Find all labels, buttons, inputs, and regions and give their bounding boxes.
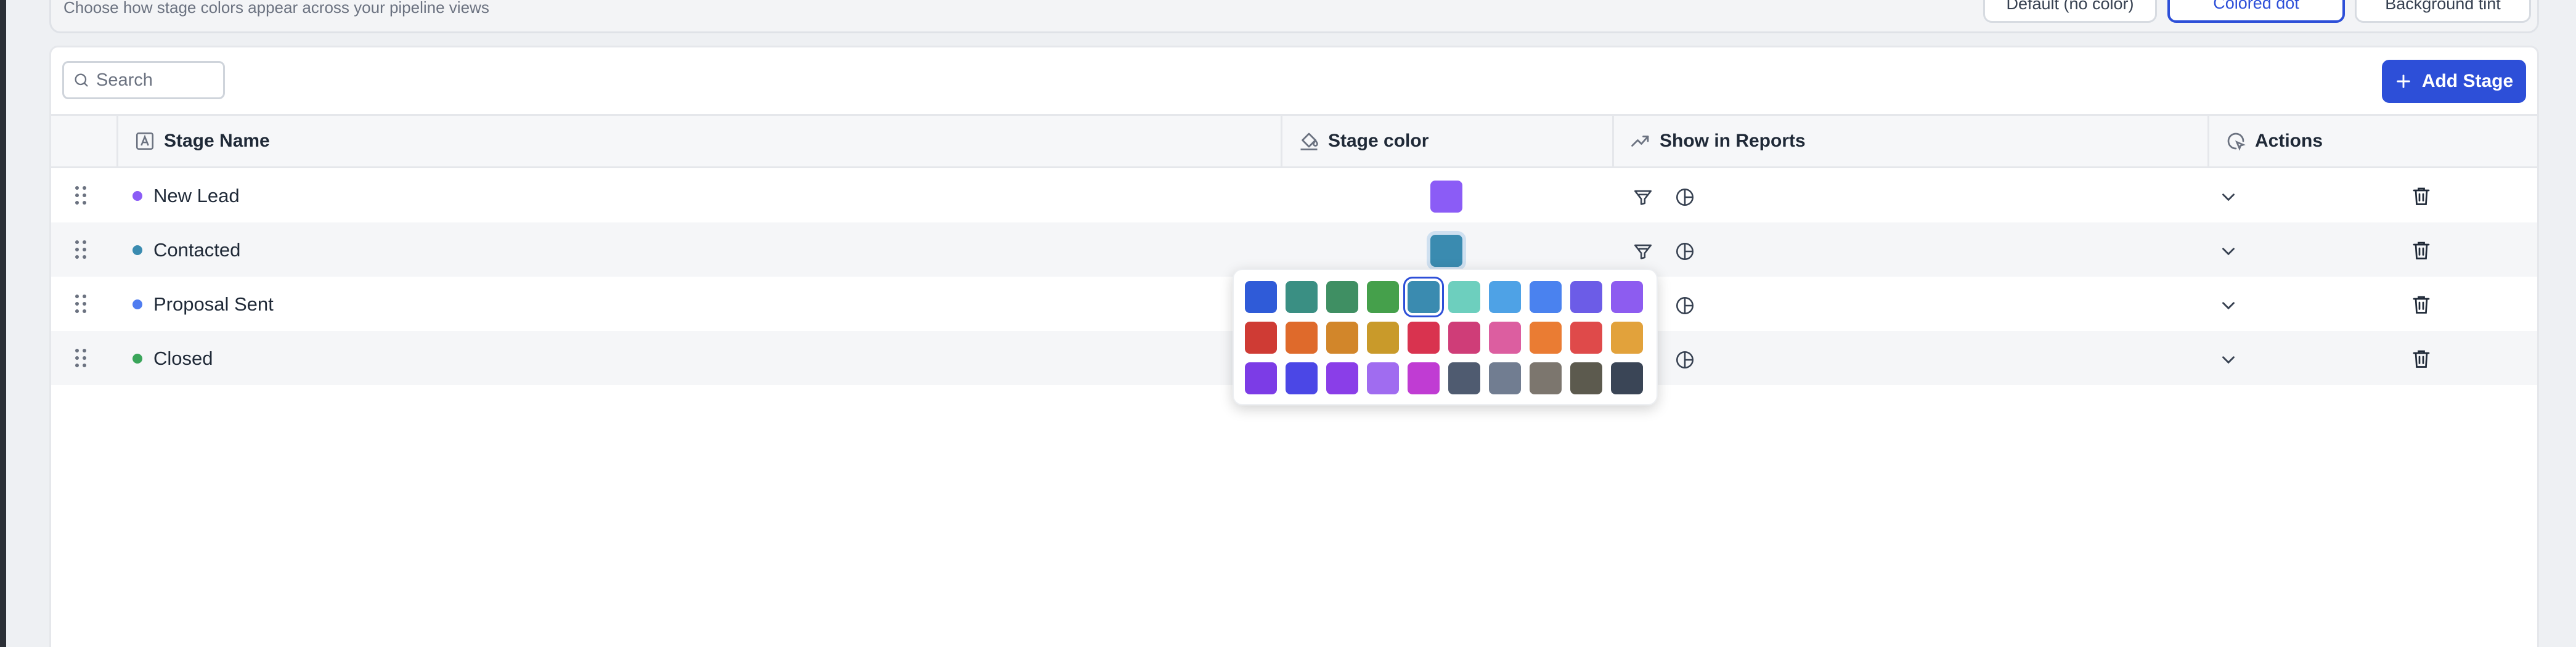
mode-colored-dot-button[interactable]: Colored dot — [2167, 0, 2345, 23]
palette-color-swatch[interactable] — [1530, 362, 1562, 394]
text-type-icon — [133, 129, 157, 153]
column-label: Actions — [2255, 131, 2323, 151]
palette-color-swatch[interactable] — [1245, 281, 1277, 313]
palette-color-swatch[interactable] — [1611, 362, 1643, 394]
funnel-icon[interactable] — [1632, 241, 1653, 262]
drag-handle-icon[interactable] — [73, 347, 88, 369]
stage-color-swatch[interactable] — [1430, 235, 1462, 267]
paint-bucket-icon — [1297, 129, 1321, 153]
pie-chart-icon[interactable] — [1674, 349, 1695, 370]
stage-name: Proposal Sent — [153, 293, 274, 315]
palette-color-swatch[interactable] — [1286, 362, 1318, 394]
palette-color-swatch[interactable] — [1367, 362, 1399, 394]
chevron-down-icon[interactable] — [2218, 295, 2239, 316]
column-header-stage-color[interactable]: Stage color — [1281, 116, 1613, 166]
palette-color-swatch[interactable] — [1286, 281, 1318, 313]
mode-default-button[interactable]: Default (no color) — [1983, 0, 2157, 23]
chevron-down-icon[interactable] — [2218, 187, 2239, 208]
search-box[interactable] — [62, 61, 225, 99]
palette-color-swatch[interactable] — [1448, 322, 1480, 354]
palette-color-swatch[interactable] — [1245, 362, 1277, 394]
palette-color-swatch[interactable] — [1570, 281, 1602, 313]
stage-color-dot — [132, 354, 142, 364]
column-label: Show in Reports — [1660, 131, 1806, 151]
table-row[interactable]: New Lead — [51, 168, 2537, 222]
stage-color-dot — [132, 245, 142, 255]
palette-color-swatch[interactable] — [1245, 322, 1277, 354]
funnel-icon[interactable] — [1632, 187, 1653, 208]
trash-icon[interactable] — [2410, 238, 2432, 262]
palette-color-swatch[interactable] — [1489, 322, 1521, 354]
palette-color-swatch[interactable] — [1367, 281, 1399, 313]
trash-icon[interactable] — [2410, 293, 2432, 316]
trending-up-icon — [1629, 129, 1652, 153]
search-icon — [75, 73, 88, 87]
stage-name: New Lead — [153, 185, 240, 206]
palette-color-swatch[interactable] — [1530, 322, 1562, 354]
color-palette-grid — [1245, 281, 1643, 394]
palette-color-swatch[interactable] — [1489, 281, 1521, 313]
palette-color-swatch[interactable] — [1326, 322, 1358, 354]
cursor-click-icon — [2224, 129, 2248, 153]
trash-icon[interactable] — [2410, 347, 2432, 370]
palette-color-swatch[interactable] — [1326, 362, 1358, 394]
column-label: Stage color — [1328, 131, 1429, 151]
palette-color-swatch[interactable] — [1570, 322, 1602, 354]
palette-color-swatch[interactable] — [1448, 281, 1480, 313]
palette-color-swatch[interactable] — [1367, 322, 1399, 354]
chevron-down-icon[interactable] — [2218, 241, 2239, 262]
drag-handle-icon[interactable] — [73, 238, 88, 261]
drag-handle-icon[interactable] — [73, 184, 88, 206]
column-header-show-in-reports[interactable]: Show in Reports — [1612, 116, 2209, 166]
stage-color-display-settings: Choose how stage colors appear across yo… — [49, 0, 2539, 33]
palette-color-swatch[interactable] — [1326, 281, 1358, 313]
palette-color-swatch[interactable] — [1286, 322, 1318, 354]
palette-color-swatch[interactable] — [1489, 362, 1521, 394]
pie-chart-icon[interactable] — [1674, 295, 1695, 316]
chevron-down-icon[interactable] — [2218, 349, 2239, 370]
column-header-actions[interactable]: Actions — [2207, 116, 2537, 166]
palette-color-swatch[interactable] — [1408, 281, 1440, 313]
pie-chart-icon[interactable] — [1674, 241, 1695, 262]
palette-color-swatch[interactable] — [1611, 281, 1643, 313]
search-input[interactable] — [96, 70, 219, 91]
stage-name: Contacted — [153, 239, 241, 261]
drag-handle-icon[interactable] — [73, 293, 88, 315]
add-stage-label: Add Stage — [2421, 71, 2514, 91]
settings-subtitle: Choose how stage colors appear across yo… — [63, 0, 489, 17]
palette-color-swatch[interactable] — [1448, 362, 1480, 394]
plus-icon — [2397, 75, 2410, 88]
palette-color-swatch[interactable] — [1611, 322, 1643, 354]
column-header-stage-name[interactable]: Stage Name — [116, 116, 1331, 166]
mode-background-tint-button[interactable]: Background tint — [2355, 0, 2531, 23]
pie-chart-icon[interactable] — [1674, 187, 1695, 208]
palette-color-swatch[interactable] — [1530, 281, 1562, 313]
stage-color-swatch[interactable] — [1430, 181, 1462, 213]
palette-color-swatch[interactable] — [1408, 362, 1440, 394]
stage-color-dot — [132, 191, 142, 201]
palette-color-swatch[interactable] — [1408, 322, 1440, 354]
window-left-edge — [0, 0, 6, 647]
color-palette-popover — [1233, 269, 1658, 405]
stage-color-dot — [132, 299, 142, 309]
trash-icon[interactable] — [2410, 184, 2432, 208]
add-stage-button[interactable]: Add Stage — [2382, 60, 2526, 103]
stage-name: Closed — [153, 348, 213, 369]
column-label: Stage Name — [164, 131, 270, 151]
table-header: Stage Name Stage color Show in Reports A… — [51, 114, 2537, 168]
palette-color-swatch[interactable] — [1570, 362, 1602, 394]
